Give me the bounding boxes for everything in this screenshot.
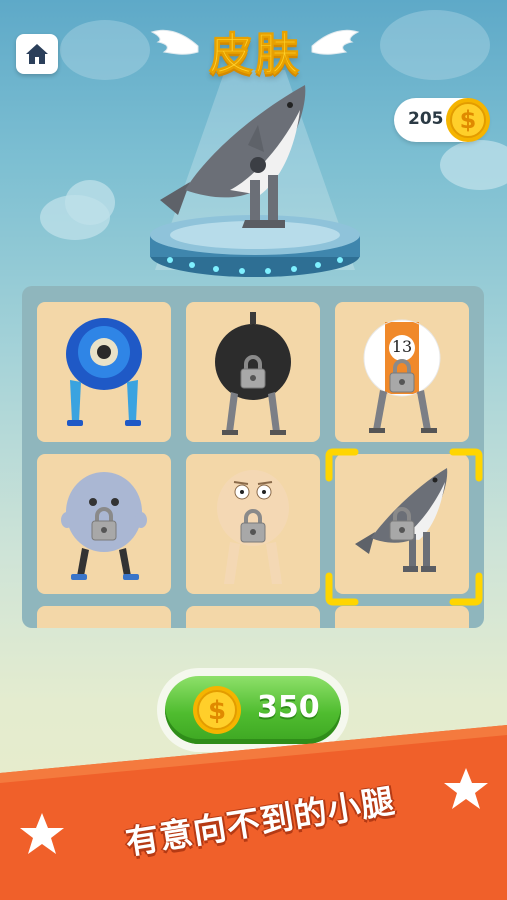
lock-icon [240, 509, 266, 543]
shark-character [160, 85, 306, 228]
home-button[interactable] [16, 34, 58, 74]
svg-text:$: $ [208, 696, 226, 726]
selection-frame [325, 448, 483, 606]
character-preview [150, 85, 360, 277]
cloud [440, 140, 507, 190]
skin-card-partial[interactable] [335, 606, 469, 628]
svg-text:$: $ [460, 106, 477, 134]
lock-icon [91, 507, 117, 541]
coin-icon: $ [446, 98, 490, 142]
home-icon [26, 44, 48, 64]
skin-card-partial[interactable] [37, 606, 171, 628]
lock-icon [389, 359, 415, 393]
blue-eye-robot-icon [66, 318, 142, 426]
buy-price: 350 [257, 690, 320, 725]
skin-card-blue-eye[interactable] [37, 302, 171, 442]
lock-icon [240, 355, 266, 389]
skin-card-gray-blob[interactable] [37, 454, 171, 594]
skin-card-bald-man[interactable] [186, 454, 320, 594]
cloud [380, 10, 490, 80]
skin-card-partial[interactable] [186, 606, 320, 628]
billiard-number: 13 [391, 337, 413, 356]
cloud [65, 180, 115, 225]
skin-card-bomb[interactable] [186, 302, 320, 442]
coin-count: 205 [408, 109, 444, 129]
coin-counter: 205 $ [394, 98, 490, 142]
skin-card-billiard[interactable]: 13 [335, 302, 469, 442]
